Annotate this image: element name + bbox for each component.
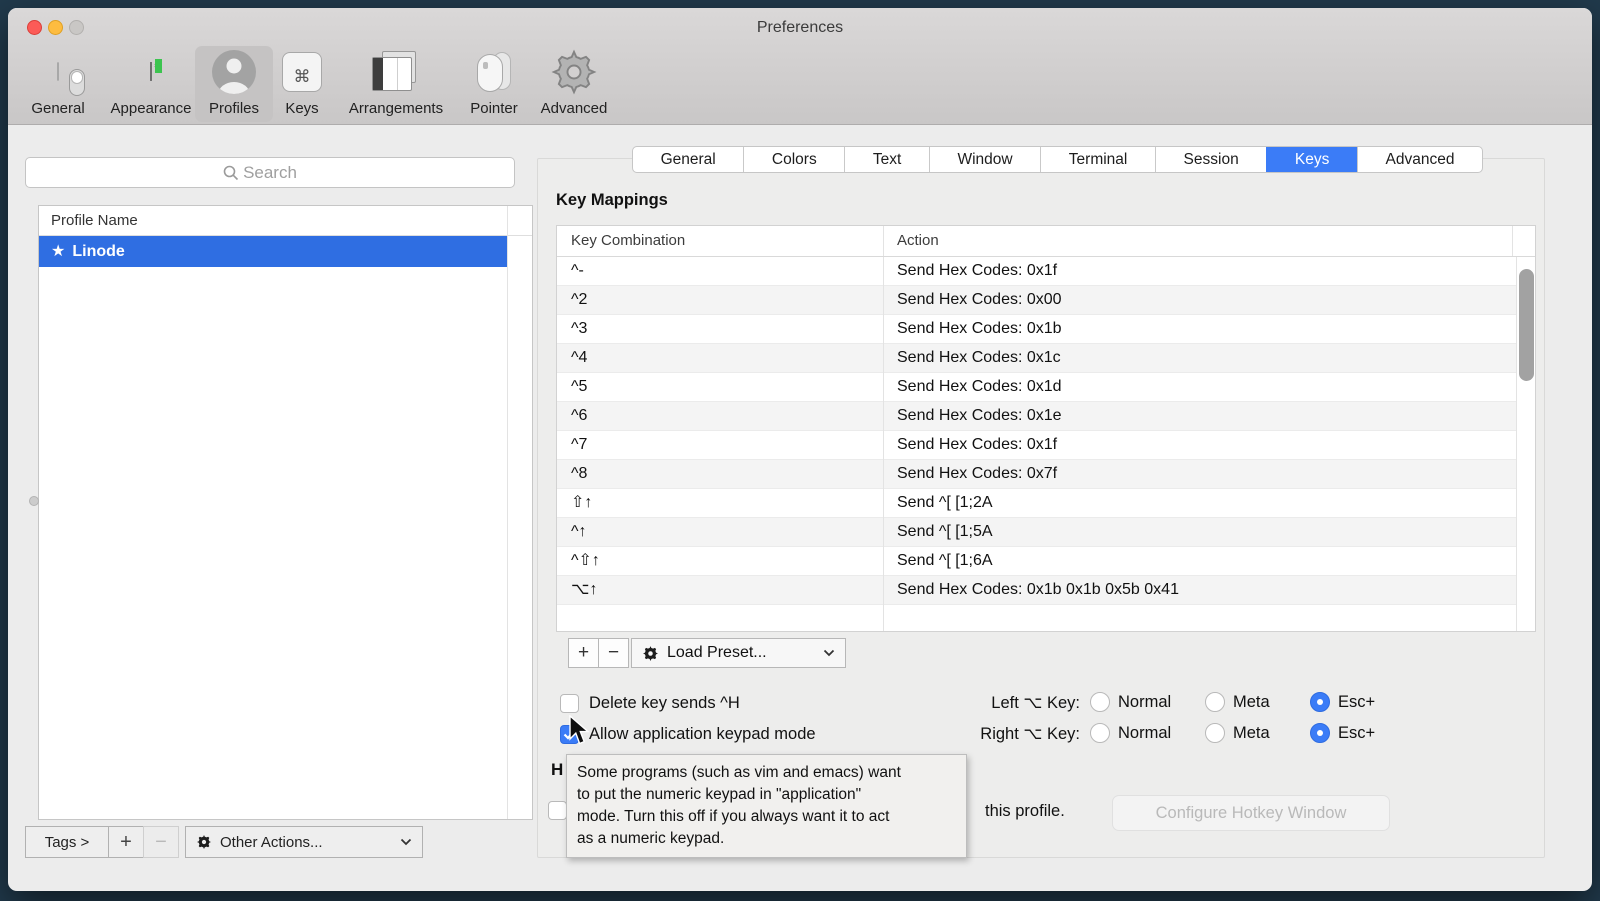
gear-icon (642, 645, 659, 662)
toolbar-item-label: Advanced (528, 100, 620, 117)
toolbar-item-profiles[interactable]: Profiles (195, 46, 273, 122)
window-title: Preferences (8, 19, 1592, 37)
keypad-mode-checkbox-row: Allow application keypad mode (560, 725, 816, 744)
table-row[interactable]: ^8Send Hex Codes: 0x7f (557, 460, 1516, 489)
toolbar-item-appearance[interactable]: × Appearance (95, 46, 207, 122)
toolbar-item-label: Profiles (195, 100, 273, 117)
table-row[interactable]: ^↑Send ^[ [1;5A (557, 518, 1516, 547)
toggle-switch-icon (57, 63, 59, 81)
section-title: Key Mappings (556, 191, 668, 210)
window-panes-icon (372, 51, 420, 93)
table-row[interactable]: ^6Send Hex Codes: 0x1e (557, 402, 1516, 431)
remove-mapping-button[interactable]: − (598, 638, 629, 668)
mouse-cursor-icon (568, 715, 592, 749)
hotkey-description-fragment: this profile. (985, 802, 1065, 821)
search-field[interactable] (25, 157, 515, 188)
checkbox-unchecked[interactable] (560, 694, 579, 713)
add-profile-button[interactable]: + (108, 826, 144, 858)
remove-profile-button: − (143, 826, 179, 858)
list-divider (507, 206, 508, 819)
gear-icon (196, 834, 212, 850)
tab-window[interactable]: Window (929, 147, 1040, 172)
table-header: Key Combination Action (557, 226, 1535, 257)
terminal-window-icon: × (150, 63, 152, 81)
left-option-key-label: Left ⌥ Key: (910, 693, 1080, 713)
other-actions-dropdown[interactable]: Other Actions... (185, 826, 423, 858)
tab-terminal[interactable]: Terminal (1040, 147, 1155, 172)
profile-list-header[interactable]: Profile Name (39, 206, 532, 236)
profile-tabbar: General Colors Text Window Terminal Sess… (632, 146, 1483, 173)
table-row[interactable]: ^4Send Hex Codes: 0x1c (557, 344, 1516, 373)
chevron-down-icon (400, 838, 412, 846)
table-row[interactable]: ^3Send Hex Codes: 0x1b (557, 315, 1516, 344)
radio-label: Esc+ (1338, 693, 1375, 712)
scrollbar-thumb[interactable] (1519, 269, 1534, 381)
toolbar-item-label: Pointer (454, 100, 534, 117)
star-icon: ★ (51, 243, 65, 260)
toolbar-item-keys[interactable]: ⌘ Keys (270, 46, 334, 122)
search-icon (223, 165, 239, 181)
toolbar-item-label: Keys (270, 100, 334, 117)
mouse-icon (471, 50, 517, 94)
checkbox-label: Delete key sends ^H (589, 694, 740, 713)
configure-hotkey-window-button: Configure Hotkey Window (1112, 795, 1390, 831)
profile-list: Profile Name ★ Linode (38, 205, 533, 820)
tab-keys[interactable]: Keys (1266, 147, 1357, 172)
tab-text[interactable]: Text (844, 147, 929, 172)
radio-right-normal[interactable] (1090, 723, 1110, 743)
splitter-handle-icon[interactable] (29, 496, 39, 506)
tab-advanced[interactable]: Advanced (1357, 147, 1482, 172)
table-row[interactable]: ⌥↑Send Hex Codes: 0x1b 0x1b 0x5b 0x41 (557, 576, 1516, 605)
table-row[interactable]: ^⇧↑Send ^[ [1;6A (557, 547, 1516, 576)
table-row[interactable]: ^-Send Hex Codes: 0x1f (557, 257, 1516, 286)
radio-right-meta[interactable] (1205, 723, 1225, 743)
radio-left-meta[interactable] (1205, 692, 1225, 712)
toolbar-item-label: General (10, 100, 106, 117)
tags-button[interactable]: Tags > (25, 826, 109, 858)
hotkey-heading-fragment: H (551, 760, 563, 780)
hotkey-checkbox-partial[interactable] (548, 801, 567, 820)
radio-label: Esc+ (1338, 724, 1375, 743)
table-row[interactable]: ^5Send Hex Codes: 0x1d (557, 373, 1516, 402)
keypad-mode-tooltip: Some programs (such as vim and emacs) wa… (566, 754, 967, 858)
toolbar-item-label: Arrangements (332, 100, 460, 117)
delete-key-checkbox-row: Delete key sends ^H (560, 694, 740, 713)
toolbar-item-pointer[interactable]: Pointer (454, 46, 534, 122)
radio-label: Meta (1233, 724, 1270, 743)
radio-left-esc[interactable] (1310, 692, 1330, 712)
radio-right-esc[interactable] (1310, 723, 1330, 743)
column-header-key[interactable]: Key Combination (571, 232, 685, 249)
person-icon (211, 49, 257, 95)
radio-label: Meta (1233, 693, 1270, 712)
gear-icon (551, 49, 597, 95)
toolbar-item-advanced[interactable]: Advanced (528, 46, 620, 122)
titlebar-toolbar: Preferences General × Appearance Profile… (8, 8, 1592, 125)
table-row[interactable]: ^2Send Hex Codes: 0x00 (557, 286, 1516, 315)
tab-session[interactable]: Session (1155, 147, 1266, 172)
table-row[interactable]: ^7Send Hex Codes: 0x1f (557, 431, 1516, 460)
command-key-icon: ⌘ (282, 52, 322, 92)
add-mapping-button[interactable]: + (568, 638, 599, 668)
radio-left-normal[interactable] (1090, 692, 1110, 712)
right-option-key-label: Right ⌥ Key: (910, 724, 1080, 744)
key-mappings-table: Key Combination Action ^-Send Hex Codes:… (556, 225, 1536, 632)
toolbar-item-arrangements[interactable]: Arrangements (332, 46, 460, 122)
toolbar-item-label: Appearance (95, 100, 207, 117)
profile-row-linode[interactable]: ★ Linode (39, 236, 508, 267)
search-input[interactable] (26, 158, 514, 187)
chevron-down-icon (823, 649, 835, 657)
radio-label: Normal (1118, 724, 1171, 743)
tab-general[interactable]: General (633, 147, 743, 172)
radio-label: Normal (1118, 693, 1171, 712)
table-row[interactable]: ⇧↑Send ^[ [1;2A (557, 489, 1516, 518)
checkbox-label: Allow application keypad mode (589, 725, 816, 744)
tab-colors[interactable]: Colors (743, 147, 844, 172)
profile-name: Linode (72, 243, 124, 260)
preferences-window: Preferences General × Appearance Profile… (8, 8, 1592, 891)
column-header-action[interactable]: Action (897, 232, 939, 249)
toolbar-item-general[interactable]: General (10, 46, 106, 122)
load-preset-dropdown[interactable]: Load Preset... (631, 638, 846, 668)
